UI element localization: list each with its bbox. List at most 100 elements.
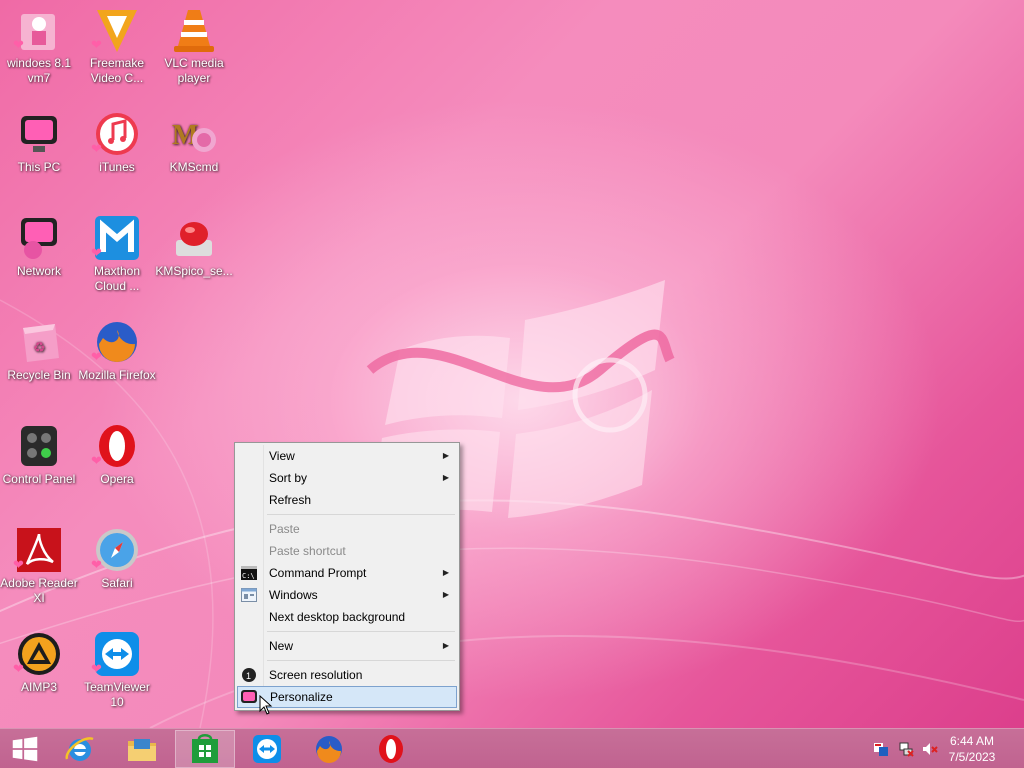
desktop-icon-opera[interactable]: ❤ Opera [78,422,156,487]
menu-item-label: Sort by [269,471,308,485]
windows-logo-icon [12,736,38,762]
svg-text:C:\: C:\ [242,572,255,580]
taskbar-clock[interactable]: 6:44 AM 7/5/2023 [942,733,1002,765]
network-status-icon[interactable] [898,741,914,757]
menu-item-refresh[interactable]: Refresh [237,489,457,511]
submenu-arrow-icon: ▶ [442,590,449,599]
menu-item-paste: Paste [237,518,457,540]
menu-item-label: View [269,449,295,463]
icon-label: Opera [100,472,134,486]
taskbar: 6:44 AM 7/5/2023 [0,728,1024,768]
network-icon [21,218,57,259]
teamviewer-icon [253,735,281,763]
icon-label: Adobe Reader XI [0,576,78,605]
desktop-icon-kmspico[interactable]: KMSpico_se... [155,214,233,279]
submenu-arrow-icon: ▶ [442,473,449,482]
desktop-icon-itunes[interactable]: ❤ iTunes [78,110,156,175]
submenu-arrow-icon: ▶ [442,641,449,650]
taskbar-firefox[interactable] [299,730,359,768]
menu-separator [267,631,455,632]
menu-item-label: Next desktop background [269,610,406,624]
desktop-icon-freemake[interactable]: ❤ Freemake Video C... [78,6,156,86]
menu-item-label: Refresh [269,493,312,507]
firefox-icon [316,736,342,763]
recycle-bin-icon: ♻ [23,324,59,362]
heart-icon: ❤ [13,37,24,52]
menu-item-label: Paste shortcut [269,544,346,558]
computer-icon [21,116,57,152]
menu-item-screen-resolution[interactable]: 1 Screen resolution [237,664,457,686]
desktop[interactable]: ❤ windoes 8.1 vm7 ❤ Freemake Video C... … [0,0,1024,728]
desktop-icon-control-panel[interactable]: Control Panel [0,422,78,487]
submenu-arrow-icon: ▶ [442,568,449,577]
menu-item-label: Screen resolution [269,668,363,682]
heart-icon: ❤ [13,557,24,572]
menu-item-next-background[interactable]: Next desktop background [237,606,457,628]
menu-item-paste-shortcut: Paste shortcut [237,540,457,562]
icon-label: Control Panel [2,472,76,486]
taskbar-store[interactable] [175,730,235,768]
desktop-icon-teamviewer[interactable]: ❤ TeamViewer 10 [78,630,156,710]
icon-label: TeamViewer 10 [84,680,150,709]
menu-item-label: Windows [269,588,318,602]
store-icon [192,734,218,763]
icon-label: Network [16,264,61,278]
menu-item-sort-by[interactable]: Sort by ▶ [237,467,457,489]
heart-icon: ❤ [91,245,102,260]
desktop-icon-aimp[interactable]: ❤ AIMP3 [0,630,78,695]
mouse-cursor-icon [259,695,273,715]
desktop-icon-this-pc[interactable]: This PC [0,110,78,175]
menu-item-label: Personalize [270,690,333,704]
kmspico-icon [176,222,212,256]
svg-text:1: 1 [246,671,251,681]
icon-label: Mozilla Firefox [78,368,156,382]
heart-icon: ❤ [91,557,102,572]
taskbar-opera[interactable] [361,730,421,768]
vlc-icon [174,10,214,52]
menu-item-command-prompt[interactable]: C:\ Command Prompt ▶ [237,562,457,584]
desktop-icon-safari[interactable]: ❤ Safari [78,526,156,591]
desktop-icon-windoes[interactable]: ❤ windoes 8.1 vm7 [0,6,78,86]
desktop-icon-adobe-reader[interactable]: ❤ Adobe Reader XI [0,526,78,606]
heart-icon: ❤ [13,661,24,676]
icon-label: AIMP3 [20,680,57,694]
taskbar-file-explorer[interactable] [112,730,172,768]
heart-icon: ❤ [91,453,102,468]
taskbar-internet-explorer[interactable] [50,730,110,768]
menu-item-label: New [269,639,294,653]
windows-icon [241,588,257,602]
menu-item-new[interactable]: New ▶ [237,635,457,657]
menu-item-view[interactable]: View ▶ [237,445,457,467]
icon-label: iTunes [99,160,135,174]
menu-separator [267,514,455,515]
volume-muted-icon[interactable] [922,741,938,757]
menu-item-label: Command Prompt [269,566,367,580]
menu-item-windows[interactable]: Windows ▶ [237,584,457,606]
file-explorer-icon [128,739,156,761]
heart-icon: ❤ [91,661,102,676]
menu-separator [267,660,455,661]
screen-resolution-icon: 1 [242,668,256,682]
desktop-icon-maxthon[interactable]: ❤ Maxthon Cloud ... [78,214,156,294]
menu-item-label: Paste [269,522,300,536]
desktop-icon-recycle-bin[interactable]: ♻ Recycle Bin [0,318,78,383]
heart-icon: ❤ [91,141,102,156]
kmscmd-icon: M [172,120,216,152]
submenu-arrow-icon: ▶ [442,451,449,460]
icon-label: Maxthon Cloud ... [93,264,141,293]
heart-icon: ❤ [91,349,102,364]
icon-label: KMScmd [169,160,219,174]
command-prompt-icon: C:\ [241,566,257,580]
desktop-icon-kmscmd[interactable]: M KMScmd [155,110,233,175]
desktop-icon-network[interactable]: Network [0,214,78,279]
desktop-icon-firefox[interactable]: ❤ Mozilla Firefox [78,318,156,383]
icon-label: Recycle Bin [7,368,71,382]
taskbar-teamviewer[interactable] [237,730,297,768]
internet-explorer-icon [65,737,94,761]
desktop-icon-vlc[interactable]: VLC media player [155,6,233,86]
icon-label: windoes 8.1 vm7 [6,56,72,85]
tray-flag-icon[interactable] [873,741,889,757]
start-button[interactable] [0,730,50,768]
icon-label: Freemake Video C... [89,56,145,85]
opera-icon [379,735,403,763]
